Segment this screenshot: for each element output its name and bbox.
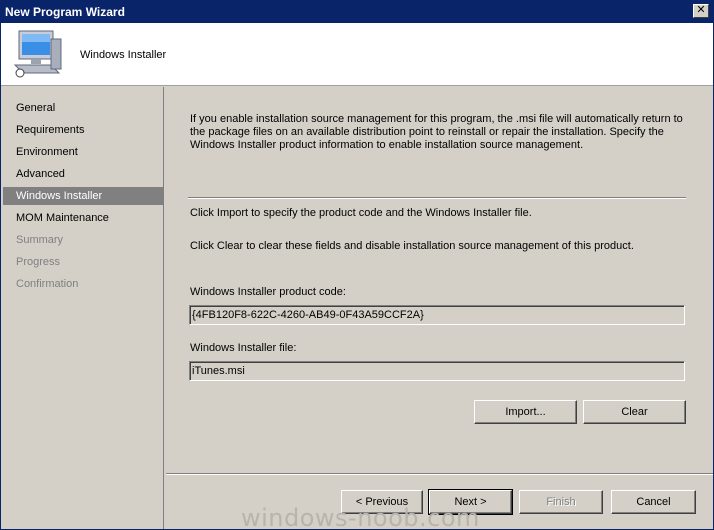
watermark-text: windows-noob.com — [241, 504, 480, 530]
page-title: Windows Installer — [80, 49, 167, 61]
nav-item-windows-installer[interactable]: Windows Installer — [3, 187, 164, 205]
close-button[interactable]: ✕ — [693, 4, 709, 18]
nav-item-environment[interactable]: Environment — [3, 143, 164, 161]
nav-item-progress: Progress — [16, 256, 61, 268]
wizard-window: New Program Wizard ✕ Windows Installer G… — [0, 0, 714, 530]
nav-item-mom-maintenance[interactable]: MOM Maintenance — [3, 209, 164, 227]
clear-button[interactable]: Clear — [583, 400, 686, 424]
nav-item-general[interactable]: General — [3, 99, 164, 117]
nav-item-confirmation: Confirmation — [16, 278, 79, 290]
title-bar[interactable]: New Program Wizard ✕ — [1, 1, 713, 23]
nav-item-summary: Summary — [16, 234, 64, 246]
wizard-nav: General Requirements Environment Advance… — [1, 87, 164, 529]
finish-button: Finish — [519, 490, 603, 514]
import-hint: Click Import to specify the product code… — [190, 207, 532, 219]
import-button[interactable]: Import... — [474, 400, 577, 424]
section-divider — [188, 197, 686, 199]
product-code-field[interactable]: {4FB120F8-622C-4260-AB49-0F43A59CCF2A} — [189, 305, 685, 325]
clear-hint: Click Clear to clear these fields and di… — [190, 240, 634, 252]
nav-item-advanced[interactable]: Advanced — [3, 165, 164, 183]
window-title: New Program Wizard — [5, 5, 125, 19]
footer-separator — [166, 473, 713, 475]
installer-file-label: Windows Installer file: — [190, 342, 297, 354]
wizard-banner: Windows Installer — [1, 23, 713, 86]
cancel-button[interactable]: Cancel — [611, 490, 696, 514]
product-code-label: Windows Installer product code: — [190, 286, 346, 298]
installer-file-field[interactable]: iTunes.msi — [189, 361, 685, 381]
intro-text: If you enable installation source manage… — [190, 113, 683, 151]
computer-icon — [13, 30, 62, 78]
wizard-content: If you enable installation source manage… — [166, 87, 713, 473]
nav-item-requirements[interactable]: Requirements — [3, 121, 164, 139]
